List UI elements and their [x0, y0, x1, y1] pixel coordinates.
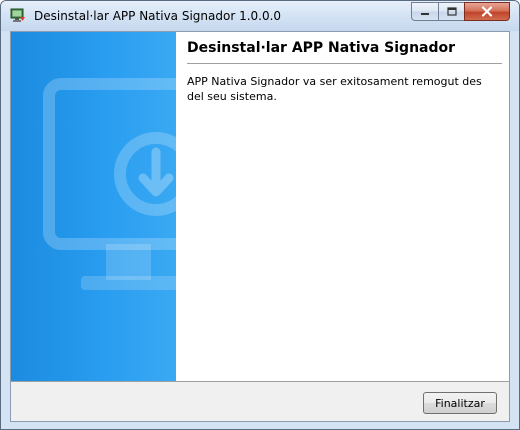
uninstall-icon — [10, 8, 25, 22]
monitor-download-icon — [43, 78, 176, 290]
close-icon — [481, 6, 493, 17]
wizard-content: Desinstal·lar APP Nativa Signador APP Na… — [176, 32, 509, 381]
minimize-button[interactable] — [411, 2, 438, 21]
close-button[interactable] — [464, 2, 510, 21]
uninstaller-window: Desinstal·lar APP Nativa Signador 1.0.0.… — [0, 0, 520, 430]
status-message: APP Nativa Signador va ser exitosament r… — [187, 75, 482, 103]
wizard-banner — [11, 32, 176, 381]
maximize-button[interactable] — [438, 2, 464, 21]
page-title: Desinstal·lar APP Nativa Signador — [187, 40, 456, 56]
maximize-icon — [446, 7, 457, 16]
heading-divider — [187, 63, 502, 64]
minimize-icon — [421, 12, 429, 15]
wizard-client-area: Desinstal·lar APP Nativa Signador APP Na… — [10, 31, 510, 422]
finish-button[interactable]: Finalitzar — [423, 392, 497, 414]
title-bar[interactable]: Desinstal·lar APP Nativa Signador 1.0.0.… — [1, 1, 519, 31]
window-title: Desinstal·lar APP Nativa Signador 1.0.0.… — [34, 9, 282, 23]
footer-divider — [11, 381, 509, 382]
